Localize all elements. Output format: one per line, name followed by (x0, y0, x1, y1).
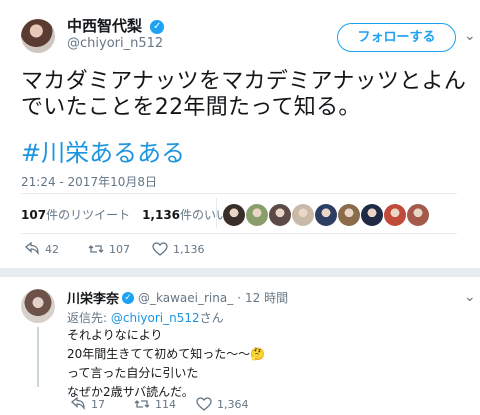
reply-header: 川栄李奈 ✓ @_kawaei_rina_ · 12 時間 (67, 288, 288, 308)
follow-button[interactable]: フォローする (337, 23, 456, 52)
like-count: 1,136 (173, 242, 205, 256)
liker-avatar[interactable] (246, 204, 268, 226)
author-handle[interactable]: @chiyori_n512 (67, 36, 163, 51)
reply-text: それよりなにより 20年間生きてて初めて知った〜〜🤔 って言った自分に引いた な… (67, 326, 265, 402)
liker-avatar[interactable] (338, 204, 360, 226)
reply-line: 20年間生きてて初めて知った〜〜🤔 (67, 347, 266, 361)
replying-to-mention[interactable]: @chiyori_n512 (111, 311, 200, 325)
divider (21, 233, 457, 234)
reply-retweet-action[interactable]: 114 (134, 396, 176, 412)
heart-icon (152, 242, 168, 256)
reply-like-count: 1,364 (217, 397, 249, 411)
liker-avatar[interactable] (292, 204, 314, 226)
retweet-count: 107 (109, 242, 130, 256)
divider (21, 193, 457, 194)
reply-thread-line (37, 327, 39, 387)
reply-author-handle[interactable]: @_kawaei_rina_ (138, 291, 233, 305)
section-separator (0, 268, 480, 277)
retweet-action[interactable]: 107 (88, 241, 130, 257)
reply-time[interactable]: 12 時間 (245, 289, 288, 306)
reply-icon (24, 241, 39, 256)
liker-avatar[interactable] (407, 204, 429, 226)
reply-count: 42 (45, 242, 59, 256)
reply-icon (70, 396, 85, 411)
liker-avatar[interactable] (384, 204, 406, 226)
liker-avatar[interactable] (315, 204, 337, 226)
heart-icon (196, 397, 212, 411)
reply-retweet-count: 114 (155, 397, 176, 411)
retweet-icon (134, 400, 150, 408)
tweet-timestamp[interactable]: 21:24 - 2017年10月8日 (21, 173, 157, 190)
reply-like-action[interactable]: 1,364 (196, 396, 249, 412)
reply-action[interactable]: 42 (24, 241, 59, 257)
author-display-name[interactable]: 中西智代梨 (67, 17, 142, 35)
reply-author-name[interactable]: 川栄李奈 (67, 288, 119, 307)
like-action[interactable]: 1,136 (152, 241, 205, 257)
reply-more-options-chevron-icon[interactable]: ⌄ (464, 289, 476, 305)
retweets-stat[interactable]: 107件のリツイート (21, 206, 130, 223)
reply-reply-count: 17 (91, 397, 105, 411)
retweet-icon (88, 245, 104, 253)
reply-author-avatar[interactable] (21, 289, 55, 323)
reply-reply-action[interactable]: 17 (70, 396, 105, 412)
author-name-row[interactable]: 中西智代梨 ✓ (67, 15, 165, 36)
reply-line: それよりなにより (67, 328, 163, 342)
verified-badge-icon: ✓ (122, 291, 135, 304)
verified-badge-icon: ✓ (150, 19, 165, 34)
liker-avatar[interactable] (223, 204, 245, 226)
more-options-chevron-icon[interactable]: ⌄ (464, 28, 476, 44)
replying-to: 返信先: @chiyori_n512さん (67, 311, 224, 325)
vertical-separator (216, 198, 217, 228)
tweet-stats: 107件のリツイート 1,136件のいいね (21, 206, 240, 223)
tweet-hashtag[interactable]: #川栄あるある (21, 133, 185, 168)
liker-avatar[interactable] (269, 204, 291, 226)
reply-line: って言った自分に引いた (67, 366, 199, 380)
liker-avatar[interactable] (361, 204, 383, 226)
tweet-text-line-2: でいたことを22年間たって知る。 (21, 95, 361, 120)
author-avatar[interactable] (21, 19, 55, 53)
